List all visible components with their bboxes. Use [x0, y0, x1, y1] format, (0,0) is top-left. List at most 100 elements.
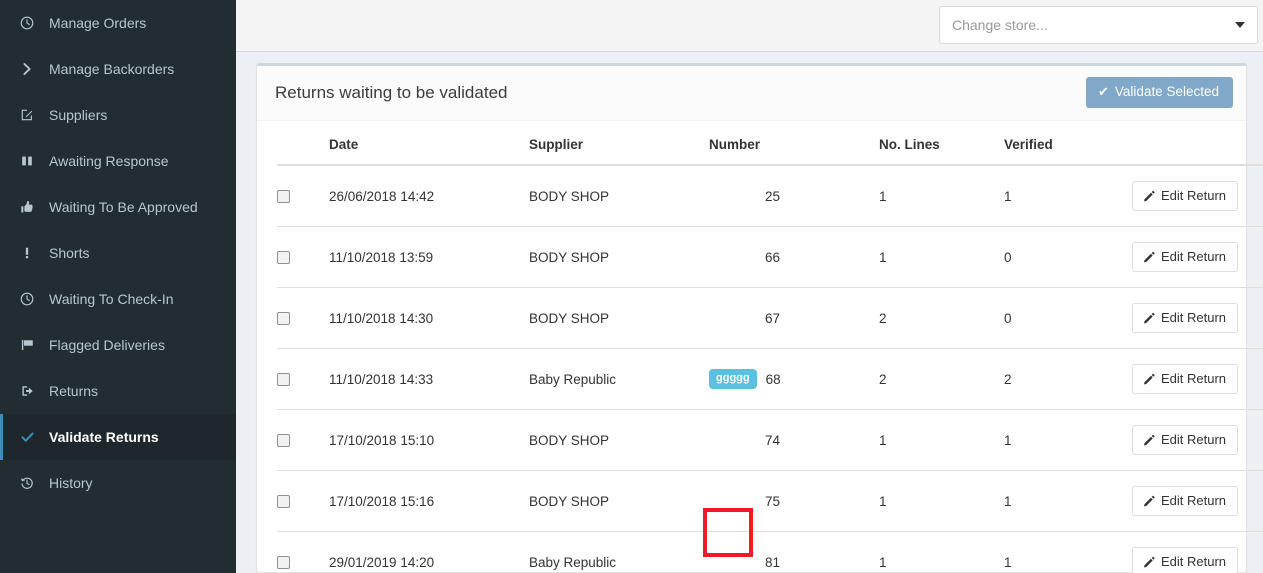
cell-number: 25 [709, 165, 879, 227]
edit-return-label: Edit Return [1161, 249, 1227, 264]
thumbs-up-icon [15, 200, 39, 214]
validate-selected-button[interactable]: ✔ Validate Selected [1086, 77, 1233, 108]
table-row: 26/06/2018 14:42 BODY SHOP 25 1 1 Edit Return [277, 165, 1263, 227]
edit-return-button[interactable]: Edit Return [1132, 303, 1239, 333]
cell-verified: 1 [1004, 470, 1132, 532]
store-select[interactable]: Change store... [939, 6, 1258, 44]
row-checkbox[interactable] [277, 494, 290, 508]
pencil-icon [1143, 495, 1155, 507]
edit-return-button[interactable]: Edit Return [1132, 181, 1239, 211]
panel-body: Date Supplier Number No. Lines Verified … [257, 121, 1263, 573]
cell-number: 74 [709, 409, 879, 471]
sidebar-item-label: Shorts [49, 245, 90, 261]
sidebar-item-waiting-to-check-in[interactable]: Waiting To Check-In [0, 276, 236, 322]
check-icon [15, 430, 39, 444]
cell-date: 17/10/2018 15:16 [329, 470, 529, 532]
row-select-cell [277, 531, 329, 573]
number-value: 25 [765, 188, 781, 204]
edit-square-icon [15, 108, 39, 122]
store-select-placeholder: Change store... [952, 17, 1048, 33]
number-value: 81 [765, 554, 781, 570]
row-checkbox[interactable] [277, 311, 290, 325]
sidebar-item-label: History [49, 475, 93, 491]
panel-heading: Returns waiting to be validated ✔ Valida… [257, 66, 1246, 121]
sidebar-item-validate-returns[interactable]: Validate Returns [0, 414, 236, 460]
sidebar: Manage Orders Manage Backorders Suppliers A… [0, 0, 236, 573]
edit-return-button[interactable]: Edit Return [1132, 242, 1239, 272]
sidebar-item-suppliers[interactable]: Suppliers [0, 92, 236, 138]
cell-verified: 1 [1004, 188, 1012, 204]
edit-return-button[interactable]: Edit Return [1132, 364, 1239, 394]
column-header-actions [1132, 129, 1263, 166]
sign-out-icon [15, 384, 39, 398]
row-checkbox[interactable] [277, 250, 290, 264]
row-checkbox[interactable] [277, 372, 290, 386]
sidebar-item-manage-orders[interactable]: Manage Orders [0, 0, 236, 46]
cell-actions: Edit Return [1132, 226, 1263, 288]
cell-actions: Edit Return [1132, 409, 1263, 471]
cell-supplier: BODY SHOP [529, 188, 610, 204]
edit-return-label: Edit Return [1161, 432, 1227, 447]
cell-verified: 0 [1004, 226, 1132, 288]
number-value: 66 [765, 249, 781, 265]
sidebar-item-awaiting-response[interactable]: Awaiting Response [0, 138, 236, 184]
cell-no-lines: 2 [879, 287, 1004, 349]
edit-return-button[interactable]: Edit Return [1132, 486, 1239, 516]
exclamation-icon [15, 246, 39, 260]
row-select-cell [277, 287, 329, 349]
sidebar-item-history[interactable]: History [0, 460, 236, 506]
row-checkbox[interactable] [277, 555, 290, 569]
cell-supplier: Baby Republic [529, 531, 709, 573]
column-header-select [277, 129, 329, 166]
pencil-icon [1143, 312, 1155, 324]
number-value: 67 [765, 310, 781, 326]
table-row: 11/10/2018 14:30 BODY SHOP 67 2 0 Edit Return [277, 287, 1263, 349]
column-header-supplier: Supplier [529, 129, 709, 166]
table-header: Date Supplier Number No. Lines Verified [277, 129, 1263, 166]
sidebar-item-manage-backorders[interactable]: Manage Backorders [0, 46, 236, 92]
returns-panel: Returns waiting to be validated ✔ Valida… [256, 63, 1263, 573]
row-select-cell [277, 226, 329, 288]
row-select-cell [277, 409, 329, 471]
cell-date: 11/10/2018 14:30 [329, 287, 529, 349]
edit-return-label: Edit Return [1161, 310, 1227, 325]
sidebar-item-shorts[interactable]: Shorts [0, 230, 236, 276]
cell-actions: Edit Return [1132, 531, 1263, 573]
flag-icon [15, 338, 39, 352]
sidebar-item-label: Waiting To Check-In [49, 291, 174, 307]
row-checkbox[interactable] [277, 433, 290, 447]
cell-verified: 1 [1004, 409, 1132, 471]
column-header-verified: Verified [1004, 129, 1132, 166]
edit-return-button[interactable]: Edit Return [1132, 425, 1239, 455]
cell-no-lines: 1 [879, 188, 887, 204]
sidebar-item-label: Manage Orders [49, 15, 147, 31]
cell-actions: Edit Return [1132, 165, 1263, 227]
table-row: 17/10/2018 15:10 BODY SHOP 74 1 1 Edit Return [277, 409, 1263, 471]
cell-date: 26/06/2018 14:42 [329, 188, 435, 204]
edit-return-button[interactable]: Edit Return [1132, 547, 1239, 573]
row-badge: ggggg [709, 369, 757, 389]
page-title: Returns waiting to be validated [275, 83, 508, 102]
number-value: 75 [765, 493, 781, 509]
content-area: Returns waiting to be validated ✔ Valida… [236, 53, 1263, 573]
cell-date: 11/10/2018 13:59 [329, 226, 529, 288]
cell-no-lines: 2 [879, 348, 1004, 410]
topbar: Change store... [236, 0, 1263, 52]
chevron-right-icon [15, 62, 39, 76]
cell-supplier: BODY SHOP [529, 409, 709, 471]
cell-number: 81 [709, 531, 879, 573]
sidebar-item-flagged-deliveries[interactable]: Flagged Deliveries [0, 322, 236, 368]
table-row: 29/01/2019 14:20 Baby Republic 81 1 1 Edit Re… [277, 531, 1263, 573]
sidebar-item-label: Flagged Deliveries [49, 337, 165, 353]
sidebar-item-label: Suppliers [49, 107, 108, 123]
check-icon: ✔ [1098, 84, 1109, 100]
cell-supplier: Baby Republic [529, 348, 709, 410]
number-value: 74 [765, 432, 781, 448]
table-header-row: Date Supplier Number No. Lines Verified [277, 129, 1263, 166]
cell-no-lines: 1 [879, 470, 1004, 532]
column-header-no-lines: No. Lines [879, 129, 1004, 166]
sidebar-item-waiting-to-be-approved[interactable]: Waiting To Be Approved [0, 184, 236, 230]
sidebar-item-returns[interactable]: Returns [0, 368, 236, 414]
row-checkbox[interactable] [277, 189, 290, 203]
sidebar-item-label: Validate Returns [49, 429, 159, 445]
